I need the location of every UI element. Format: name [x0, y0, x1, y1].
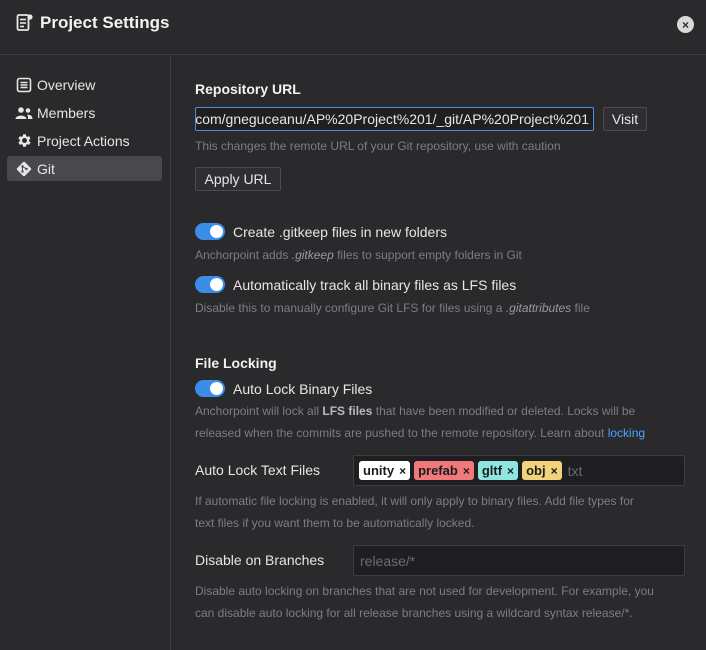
lfs-label: Automatically track all binary files as … — [233, 277, 517, 293]
overview-icon — [15, 76, 33, 94]
auto-lock-binary-toggle[interactable] — [195, 380, 225, 397]
visit-button[interactable]: Visit — [603, 107, 647, 131]
tag-obj: obj × — [522, 461, 562, 480]
auto-lock-text-files-label: Auto Lock Text Files — [195, 462, 321, 478]
sidebar-item-git[interactable]: Git — [7, 156, 162, 181]
sidebar-item-members[interactable]: Members — [7, 100, 162, 125]
tag-gltf: gltf × — [477, 461, 519, 480]
file-locking-heading: File Locking — [195, 355, 277, 371]
tag-unity: unity × — [359, 461, 411, 480]
lfs-toggle[interactable] — [195, 276, 225, 293]
tag-prefab: prefab × — [414, 461, 474, 480]
branches-hint-line2: can disable auto locking for all release… — [195, 606, 633, 620]
repository-url-hint: This changes the remote URL of your Git … — [195, 139, 561, 153]
sidebar-item-label: Project Actions — [37, 132, 130, 149]
branches-hint-line1: Disable auto locking on branches that ar… — [195, 584, 654, 598]
remove-tag-icon[interactable]: × — [551, 464, 558, 478]
gitkeep-hint: Anchorpoint adds .gitkeep files to suppo… — [195, 248, 522, 262]
auto-lock-hint-line2: released when the commits are pushed to … — [195, 426, 646, 440]
close-button[interactable]: × — [677, 16, 694, 33]
remove-tag-icon[interactable]: × — [463, 464, 470, 478]
repository-url-value: https://github.com/gneguceanu/AP%20Proje… — [195, 111, 589, 127]
auto-lock-hint-line1: Anchorpoint will lock all LFS files that… — [195, 404, 636, 418]
apply-url-button[interactable]: Apply URL — [195, 167, 281, 191]
sidebar-item-label: Git — [37, 160, 55, 177]
sidebar-item-label: Overview — [37, 76, 96, 93]
repository-url-heading: Repository URL — [195, 81, 301, 97]
title-bar: Project Settings × — [0, 0, 706, 55]
git-icon — [15, 160, 33, 178]
text-files-hint-line1: If automatic file locking is enabled, it… — [195, 494, 634, 508]
sidebar-item-project-actions[interactable]: Project Actions — [7, 128, 162, 153]
sidebar: Overview Members Project Actions Git — [0, 56, 171, 650]
tag-input-placeholder[interactable]: txt — [568, 463, 583, 479]
text-files-hint-line2: text files if you want them to be automa… — [195, 516, 475, 530]
sidebar-item-label: Members — [37, 104, 96, 121]
gitkeep-toggle[interactable] — [195, 223, 225, 240]
sidebar-item-overview[interactable]: Overview — [7, 72, 162, 97]
page-title: Project Settings — [40, 13, 170, 32]
repository-url-input[interactable]: https://github.com/gneguceanu/AP%20Proje… — [195, 107, 594, 131]
gitkeep-label: Create .gitkeep files in new folders — [233, 224, 447, 240]
settings-document-icon — [16, 13, 34, 33]
gear-icon — [15, 132, 33, 150]
lfs-hint: Disable this to manually configure Git L… — [195, 301, 590, 315]
remove-tag-icon[interactable]: × — [399, 464, 406, 478]
members-icon — [15, 104, 33, 122]
disable-on-branches-label: Disable on Branches — [195, 552, 325, 568]
auto-lock-binary-label: Auto Lock Binary Files — [233, 381, 373, 397]
locking-link[interactable]: locking — [608, 426, 645, 440]
remove-tag-icon[interactable]: × — [507, 464, 514, 478]
text-file-types-input[interactable]: unity × prefab × gltf × obj × txt — [353, 455, 685, 486]
branches-input[interactable]: release/* — [353, 545, 685, 576]
